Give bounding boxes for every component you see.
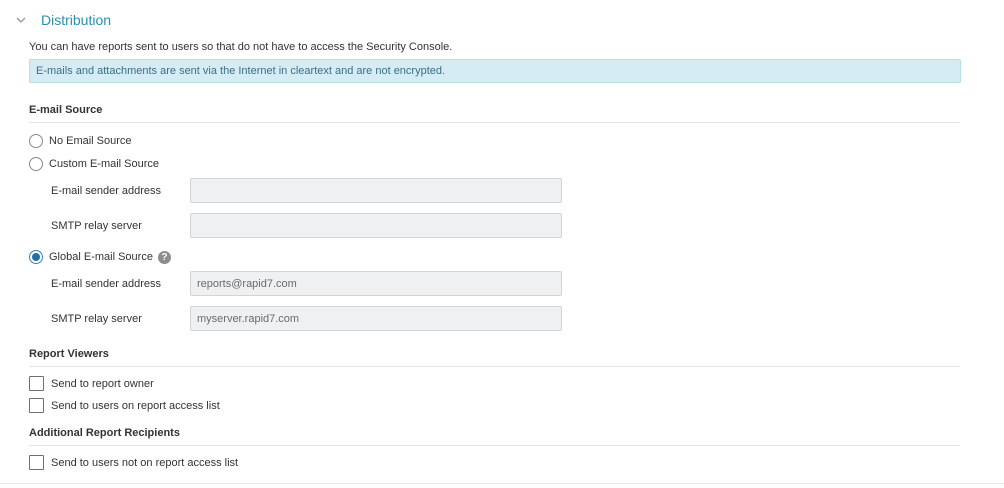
global-smtp-server-input[interactable] xyxy=(190,306,562,331)
question-icon[interactable]: ? xyxy=(157,250,171,264)
section-bottom-divider xyxy=(0,483,1004,484)
checkbox[interactable] xyxy=(29,398,44,413)
global-email-source-radio[interactable]: Global E-mail Source ? xyxy=(29,250,171,264)
send-to-owner-checkbox[interactable]: Send to report owner xyxy=(29,376,154,391)
distribution-section-header[interactable]: Distribution xyxy=(16,12,111,28)
divider xyxy=(29,366,960,367)
send-to-owner-label: Send to report owner xyxy=(51,377,154,390)
no-email-source-radio[interactable]: No Email Source xyxy=(29,134,132,148)
global-sender-address-label: E-mail sender address xyxy=(51,278,162,290)
custom-email-source-radio[interactable]: Custom E-mail Source xyxy=(29,157,159,171)
report-viewers-title: Report Viewers xyxy=(29,348,109,360)
custom-smtp-server-label: SMTP relay server xyxy=(51,220,142,232)
checkbox[interactable] xyxy=(29,455,44,470)
additional-recipients-title: Additional Report Recipients xyxy=(29,427,180,439)
email-source-title: E-mail Source xyxy=(29,104,103,116)
global-smtp-server-label: SMTP relay server xyxy=(51,313,142,325)
radio-button-checked[interactable] xyxy=(29,250,43,264)
custom-smtp-server-input[interactable] xyxy=(190,213,562,238)
send-to-non-access-list-label: Send to users not on report access list xyxy=(51,456,239,469)
radio-button[interactable] xyxy=(29,134,43,148)
send-to-non-access-list-checkbox[interactable]: Send to users not on report access list xyxy=(29,455,238,470)
section-title: Distribution xyxy=(41,12,112,28)
send-to-access-list-label: Send to users on report access list xyxy=(51,399,220,412)
intro-text: You can have reports sent to users so th… xyxy=(29,41,453,53)
global-sender-address-input[interactable] xyxy=(190,271,562,296)
encryption-notice: E-mails and attachments are sent via the… xyxy=(29,59,961,83)
no-email-source-label: No Email Source xyxy=(49,135,132,147)
divider xyxy=(29,445,960,446)
checkbox[interactable] xyxy=(29,376,44,391)
chevron-down-icon[interactable] xyxy=(16,15,26,25)
global-email-source-label: Global E-mail Source xyxy=(49,251,153,263)
divider xyxy=(29,122,960,123)
radio-button[interactable] xyxy=(29,157,43,171)
send-to-access-list-checkbox[interactable]: Send to users on report access list xyxy=(29,398,220,413)
custom-sender-address-label: E-mail sender address xyxy=(51,185,162,197)
custom-sender-address-input[interactable] xyxy=(190,178,562,203)
custom-email-source-label: Custom E-mail Source xyxy=(49,158,160,170)
